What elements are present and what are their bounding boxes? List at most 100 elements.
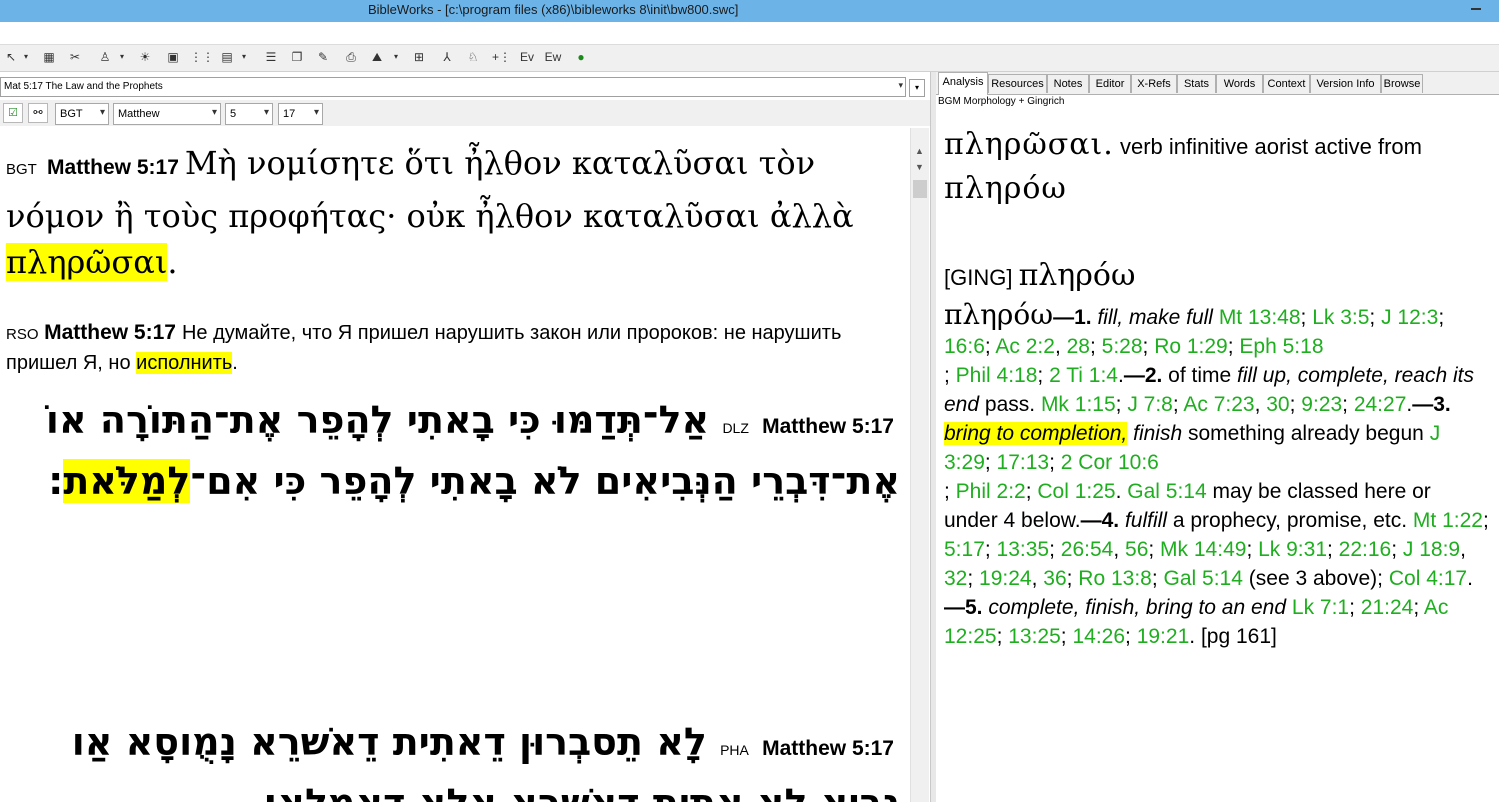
scripture-link[interactable]: J 18:9 xyxy=(1403,538,1460,561)
scripture-link[interactable]: 5:17 xyxy=(944,538,985,561)
tab-x-refs[interactable]: X-Refs xyxy=(1131,74,1177,93)
scripture-link[interactable]: 16:6 xyxy=(944,335,985,358)
tools-icon[interactable]: ✂ xyxy=(66,48,84,66)
verse-reference[interactable]: Matthew 5:17 xyxy=(762,737,894,760)
scripture-link[interactable]: 56 xyxy=(1125,538,1148,561)
verse-list-select[interactable]: Mat 5:17 The Law and the Prophets ▾ xyxy=(0,77,906,97)
link-icon[interactable]: ⚯ xyxy=(28,103,48,123)
scripture-link[interactable]: 2 Cor 10:6 xyxy=(1061,451,1159,474)
version-select[interactable]: BGT ▾ xyxy=(55,103,109,125)
chevron-down-icon[interactable]: ▼ xyxy=(915,162,924,172)
chevron-down-icon[interactable]: ▾ xyxy=(392,48,400,66)
scripture-link[interactable]: Lk 7:1 xyxy=(1292,596,1349,619)
edit-icon[interactable]: ✎ xyxy=(314,48,332,66)
tab-context[interactable]: Context xyxy=(1263,74,1310,93)
tab-version-info[interactable]: Version Info xyxy=(1310,74,1381,93)
ev-icon[interactable]: Ev xyxy=(518,48,536,66)
scripture-link[interactable]: Col 4:17 xyxy=(1389,567,1467,590)
verse-list-menu-button[interactable]: ▾ xyxy=(909,79,925,97)
scripture-link[interactable]: Lk 3:5 xyxy=(1312,306,1369,329)
vertical-scrollbar[interactable]: ▲ ▼ xyxy=(910,128,929,802)
window-icon[interactable]: ▣ xyxy=(164,48,182,66)
tab-words[interactable]: Words xyxy=(1216,74,1263,93)
tab-browse[interactable]: Browse xyxy=(1381,74,1423,93)
chevron-down-icon[interactable]: ▾ xyxy=(22,48,30,66)
version-abbr[interactable]: PHA xyxy=(720,742,749,758)
version-abbr[interactable]: RSO xyxy=(6,326,39,343)
scripture-link[interactable]: 17:13 xyxy=(997,451,1050,474)
scripture-link[interactable]: 21:24 xyxy=(1361,596,1414,619)
tab-analysis[interactable]: Analysis xyxy=(938,72,988,95)
chevron-up-icon[interactable]: ▲ xyxy=(915,146,924,156)
scripture-link[interactable]: Mt 13:48 xyxy=(1219,306,1301,329)
version-abbr[interactable]: BGT xyxy=(6,161,37,178)
scripture-link[interactable]: 26:54 xyxy=(1061,538,1114,561)
list-icon[interactable]: ☰ xyxy=(262,48,280,66)
scripture-link[interactable]: Mk 1:15 xyxy=(1041,393,1116,416)
tab-resources[interactable]: Resources xyxy=(988,74,1047,93)
scripture-link[interactable]: Phil 4:18 xyxy=(956,364,1038,387)
columns-icon[interactable]: ⋮⋮ xyxy=(190,48,214,66)
verse-reference[interactable]: Matthew 5:17 xyxy=(762,415,894,438)
tab-editor[interactable]: Editor xyxy=(1089,74,1131,93)
version-abbr[interactable]: DLZ xyxy=(722,420,748,436)
print-icon[interactable]: ⎙ xyxy=(342,48,360,66)
scripture-link[interactable]: 28 xyxy=(1067,335,1090,358)
checkbox-icon[interactable]: ☑ xyxy=(3,103,23,123)
save-icon[interactable]: ▦ xyxy=(40,48,58,66)
layout-icon[interactable]: ⊞ xyxy=(410,48,428,66)
scripture-link[interactable]: J 12:3 xyxy=(1381,306,1438,329)
minimize-icon[interactable] xyxy=(1471,8,1481,10)
highlighted-word[interactable]: πληρῶσαι xyxy=(6,243,168,281)
scripture-link[interactable]: Ro 1:29 xyxy=(1154,335,1228,358)
user-icon[interactable]: ♙ xyxy=(96,48,114,66)
scripture-link[interactable]: Ac 2:2 xyxy=(995,335,1055,358)
verse-icon[interactable]: ☀ xyxy=(136,48,154,66)
tab-notes[interactable]: Notes xyxy=(1047,74,1089,93)
scripture-link[interactable]: 13:35 xyxy=(997,538,1050,561)
highlighted-word[interactable]: исполнить xyxy=(136,352,233,374)
scripture-link[interactable]: 14:26 xyxy=(1072,625,1125,648)
scripture-link[interactable]: 13:25 xyxy=(1008,625,1061,648)
chevron-down-icon[interactable]: ▾ xyxy=(240,48,248,66)
ew-icon[interactable]: Ew xyxy=(544,48,562,66)
scripture-link[interactable]: Gal 5:14 xyxy=(1127,480,1206,503)
scripture-link[interactable]: Ac 7:23 xyxy=(1183,393,1254,416)
search-icon[interactable]: ♘ xyxy=(464,48,482,66)
scripture-link[interactable]: 19:21 xyxy=(1137,625,1190,648)
parse-lemma[interactable]: πληρόω xyxy=(944,171,1067,206)
lexicon-icon[interactable]: ⅄ xyxy=(438,48,456,66)
highlighted-word[interactable]: לְמַלֹּאת xyxy=(63,459,191,503)
chevron-down-icon[interactable]: ▾ xyxy=(898,80,903,91)
scripture-link[interactable]: Phil 2:2 xyxy=(956,480,1026,503)
scripture-link[interactable]: 24:27 xyxy=(1354,393,1407,416)
globe-icon[interactable]: ● xyxy=(572,48,590,66)
book-select[interactable]: Matthew ▾ xyxy=(113,103,221,125)
scripture-link[interactable]: Col 1:25 xyxy=(1037,480,1115,503)
scripture-link[interactable]: Gal 5:14 xyxy=(1164,567,1243,590)
add-icon[interactable]: +⋮ xyxy=(492,48,511,66)
scripture-link[interactable]: 19:24 xyxy=(979,567,1032,590)
verse-reference[interactable]: Matthew 5:17 xyxy=(47,156,179,179)
scripture-link[interactable]: 32 xyxy=(944,567,967,590)
scripture-link[interactable]: 36 xyxy=(1043,567,1066,590)
scripture-link[interactable]: 5:28 xyxy=(1102,335,1143,358)
chevron-down-icon[interactable]: ▾ xyxy=(118,48,126,66)
chapter-select[interactable]: 5 ▾ xyxy=(225,103,273,125)
scrollbar-thumb[interactable] xyxy=(913,180,927,198)
scripture-link[interactable]: J 7:8 xyxy=(1127,393,1173,416)
scripture-link[interactable]: 2 Ti 1:4 xyxy=(1049,364,1118,387)
grid-icon[interactable]: ▤ xyxy=(218,48,236,66)
verse-reference[interactable]: Matthew 5:17 xyxy=(44,321,176,344)
cursor-icon[interactable]: ↖ xyxy=(2,48,20,66)
scripture-link[interactable]: Mk 14:49 xyxy=(1160,538,1246,561)
scripture-link[interactable]: 9:23 xyxy=(1301,393,1342,416)
scripture-link[interactable]: Eph 5:18 xyxy=(1239,335,1323,358)
scripture-link[interactable]: Lk 9:31 xyxy=(1258,538,1327,561)
scripture-link[interactable]: Mt 1:22 xyxy=(1413,509,1483,532)
scripture-link[interactable]: Ro 13:8 xyxy=(1078,567,1152,590)
copy-icon[interactable]: ❐ xyxy=(288,48,306,66)
tab-stats[interactable]: Stats xyxy=(1177,74,1216,93)
scripture-link[interactable]: 22:16 xyxy=(1339,538,1392,561)
scripture-link[interactable]: 30 xyxy=(1266,393,1289,416)
